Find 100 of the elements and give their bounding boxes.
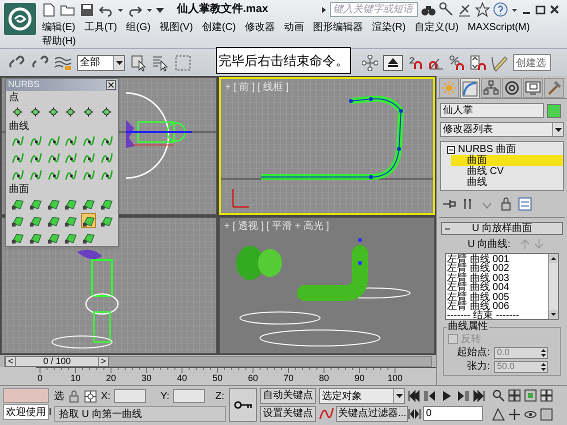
stack-item[interactable]: 曲面 bbox=[451, 155, 563, 166]
list-item[interactable]: 左臂 曲线 001 bbox=[447, 255, 548, 264]
spinner-arrows-icon bbox=[540, 348, 547, 358]
star-icon[interactable] bbox=[475, 2, 490, 17]
panel-tab[interactable] bbox=[502, 78, 522, 98]
list-item[interactable]: 左臂 曲线 006 bbox=[447, 302, 548, 312]
menu-item[interactable]: 工具(T) bbox=[84, 20, 118, 34]
list-item[interactable]: ------- 结束 ------- bbox=[447, 311, 548, 321]
key-target-dropdown[interactable]: 选定对象 bbox=[319, 388, 405, 404]
close-icon[interactable] bbox=[549, 4, 560, 16]
named-selection-field[interactable]: 创建选 bbox=[513, 54, 551, 71]
pin-icon[interactable] bbox=[442, 197, 456, 211]
region-select-icon[interactable] bbox=[174, 54, 192, 72]
field-of-view-icon[interactable] bbox=[492, 408, 505, 421]
rollout-header[interactable]: U 向放样曲面 bbox=[441, 222, 563, 235]
menu-item[interactable]: 修改器 bbox=[244, 20, 275, 34]
zoom-extents-icon[interactable] bbox=[524, 389, 537, 402]
lock-icon[interactable] bbox=[68, 390, 80, 402]
menu-item[interactable]: 帮助(H) bbox=[42, 34, 76, 48]
menu-item[interactable]: 图形编辑器 bbox=[312, 20, 363, 34]
close-icon[interactable] bbox=[106, 80, 116, 90]
key-mode-icon[interactable] bbox=[408, 408, 421, 420]
checkbox-label: 反转 bbox=[461, 332, 481, 346]
lock-icon[interactable] bbox=[499, 197, 513, 211]
unlink-icon[interactable] bbox=[31, 54, 49, 70]
next-frame-button[interactable]: > bbox=[98, 356, 108, 366]
object-color-swatch[interactable] bbox=[547, 104, 561, 118]
caret-icon[interactable] bbox=[396, 393, 402, 399]
pencil-icon[interactable] bbox=[491, 54, 508, 72]
target-icon bbox=[504, 80, 520, 96]
current-frame-field[interactable]: 0 bbox=[423, 406, 483, 421]
listener-field[interactable]: 欢迎使用 I bbox=[3, 404, 49, 420]
key-filters-button[interactable]: 关键点过滤器... bbox=[336, 406, 408, 422]
snap-icon[interactable] bbox=[408, 54, 423, 70]
object-name-field[interactable]: 仙人掌 bbox=[440, 103, 544, 118]
menu-item[interactable]: 编辑(E) bbox=[42, 20, 76, 34]
menu-item[interactable]: 动画 bbox=[284, 20, 304, 34]
surface-tool[interactable] bbox=[81, 213, 96, 228]
curve-icon bbox=[462, 80, 478, 96]
caret-icon[interactable] bbox=[554, 126, 562, 132]
configure-icon[interactable] bbox=[518, 197, 532, 211]
go-to-start-icon[interactable] bbox=[408, 390, 421, 402]
stack-item[interactable]: 曲线 CV bbox=[451, 166, 563, 177]
time-slider-track[interactable]: < 0 / 100 > bbox=[4, 356, 432, 366]
new-file-icon[interactable] bbox=[41, 2, 57, 18]
select-icon[interactable] bbox=[130, 54, 147, 72]
caret-right-icon[interactable] bbox=[321, 6, 327, 14]
select-by-name-icon[interactable] bbox=[152, 54, 169, 72]
menu-item[interactable]: 自定义(U) bbox=[414, 20, 459, 34]
spinner-snap-icon[interactable] bbox=[470, 54, 486, 70]
list-item[interactable]: 左臂 曲线 003 bbox=[447, 274, 548, 284]
wave-icon[interactable] bbox=[54, 54, 72, 70]
percent-snap-icon[interactable] bbox=[449, 54, 465, 70]
zoom-all-icon[interactable] bbox=[508, 389, 521, 402]
zoom-extents-all-icon[interactable] bbox=[540, 389, 553, 402]
menu-item[interactable]: 创建(C) bbox=[202, 20, 236, 34]
move-icon[interactable] bbox=[362, 54, 378, 70]
caret-icon[interactable] bbox=[116, 60, 122, 66]
stack-item[interactable]: NURBS 曲面 bbox=[458, 144, 516, 155]
section-label: 曲面 bbox=[8, 183, 30, 196]
maximize-viewport-icon[interactable] bbox=[540, 408, 553, 421]
menu-item[interactable]: 视图(V) bbox=[160, 20, 193, 34]
link-icon[interactable] bbox=[8, 54, 26, 70]
auto-key-button[interactable]: 自动关键点 bbox=[260, 388, 316, 404]
selection-filter-dropdown[interactable]: 全部 bbox=[77, 54, 125, 70]
list-item[interactable]: 左臂 曲线 004 bbox=[447, 283, 548, 293]
play-icon[interactable] bbox=[440, 390, 453, 402]
go-to-end-icon[interactable] bbox=[472, 390, 485, 402]
time-slider-thumb[interactable]: < 0 / 100 > bbox=[5, 356, 109, 366]
app-logo-icon[interactable] bbox=[4, 3, 36, 35]
scrollbar[interactable] bbox=[548, 254, 558, 319]
menu-item[interactable]: 渲染(R) bbox=[372, 20, 406, 34]
x-coordinate-field[interactable] bbox=[114, 389, 146, 403]
eject-icon[interactable] bbox=[383, 54, 403, 70]
transform-mode-icon[interactable] bbox=[84, 390, 97, 402]
menu-item[interactable]: MAXScript(M) bbox=[468, 20, 530, 34]
orbit-icon[interactable] bbox=[524, 408, 537, 421]
pan-icon[interactable] bbox=[508, 408, 521, 421]
collapse-icon[interactable] bbox=[447, 146, 455, 154]
timeline-ruler[interactable] bbox=[36, 367, 436, 374]
next-frame-icon[interactable] bbox=[456, 390, 469, 402]
panel-tab[interactable] bbox=[481, 78, 501, 98]
save-icon[interactable] bbox=[79, 2, 95, 18]
previous-frame-button[interactable]: < bbox=[6, 356, 16, 366]
modifier-list-dropdown[interactable]: 修改器列表 bbox=[440, 122, 564, 137]
previous-frame-icon[interactable] bbox=[424, 390, 437, 402]
help-icon[interactable] bbox=[493, 2, 508, 17]
curve-editor-icon[interactable] bbox=[319, 406, 334, 422]
y-coordinate-field[interactable] bbox=[173, 389, 206, 403]
stack-item[interactable]: 曲线 bbox=[451, 177, 563, 188]
set-key-button[interactable]: 设置关键点 bbox=[260, 406, 316, 422]
zoom-icon[interactable] bbox=[492, 389, 505, 402]
panel-tab[interactable] bbox=[523, 78, 543, 98]
window-title: 仙人掌教文件.max bbox=[177, 2, 268, 18]
search-field[interactable]: 键入关键字或短语 bbox=[330, 2, 418, 17]
menu-item[interactable]: 组(G) bbox=[126, 20, 151, 34]
list-item[interactable]: 左臂 曲线 005 bbox=[447, 292, 548, 302]
maximize-icon[interactable] bbox=[535, 4, 546, 16]
set-key-mode-button[interactable] bbox=[229, 388, 257, 422]
list-item[interactable]: 左臂 曲线 002 bbox=[447, 264, 548, 274]
